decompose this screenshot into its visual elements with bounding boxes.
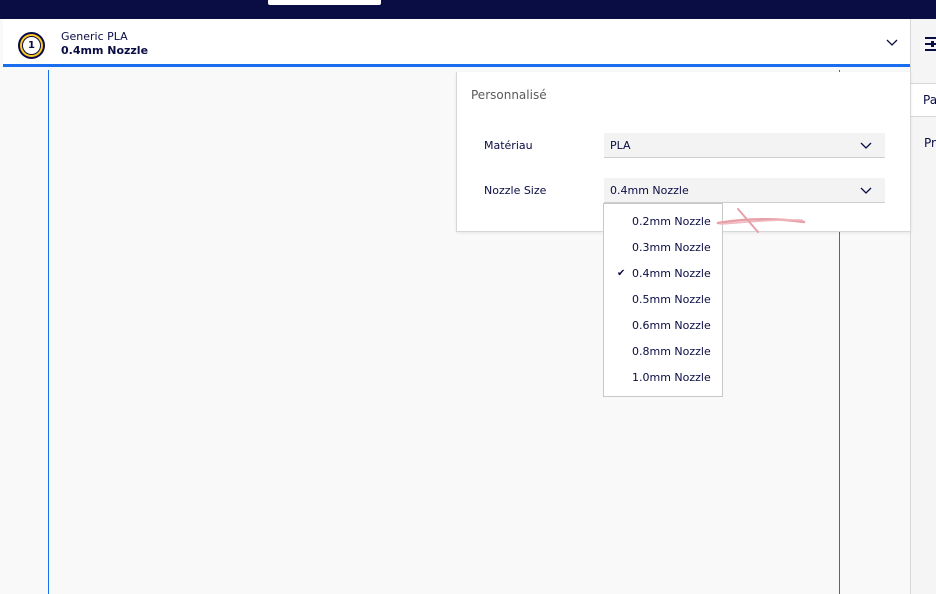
annotation-scribble bbox=[716, 208, 806, 233]
dropdown-option-0.2[interactable]: 0.2mm Nozzle bbox=[604, 209, 722, 235]
dropdown-option-label: 1.0mm Nozzle bbox=[632, 371, 711, 384]
header-text: Generic PLA 0.4mm Nozzle bbox=[61, 30, 148, 58]
build-volume-edge-left bbox=[48, 70, 49, 594]
chevron-down-icon bbox=[860, 187, 872, 194]
dropdown-option-label: 0.5mm Nozzle bbox=[632, 293, 711, 306]
extruder-badge-icon: 1 bbox=[18, 32, 45, 59]
right-panel-label: Pr bbox=[924, 136, 936, 150]
popup-title: Personnalisé bbox=[471, 88, 547, 102]
material-select[interactable]: PLA bbox=[604, 133, 885, 158]
material-select-value: PLA bbox=[610, 139, 631, 152]
chevron-down-icon bbox=[860, 142, 872, 149]
dropdown-option-1.0[interactable]: 1.0mm Nozzle bbox=[604, 365, 722, 391]
dropdown-option-label: 0.2mm Nozzle bbox=[632, 215, 711, 228]
right-panel-tab[interactable]: Pa bbox=[911, 83, 936, 117]
extruder-header[interactable]: 1 Generic PLA 0.4mm Nozzle bbox=[3, 19, 910, 67]
dropdown-option-0.3[interactable]: 0.3mm Nozzle bbox=[604, 235, 722, 261]
top-bar-tab[interactable] bbox=[268, 0, 381, 5]
nozzle-size-select[interactable]: 0.4mm Nozzle bbox=[604, 178, 885, 203]
dropdown-option-0.5[interactable]: 0.5mm Nozzle bbox=[604, 287, 722, 313]
dropdown-option-label: 0.6mm Nozzle bbox=[632, 319, 711, 332]
dropdown-option-label: 0.4mm Nozzle bbox=[632, 267, 711, 280]
extruder-number: 1 bbox=[22, 36, 41, 55]
nozzle-size-select-value: 0.4mm Nozzle bbox=[610, 184, 689, 197]
settings-sliders-icon[interactable] bbox=[923, 34, 936, 54]
dropdown-option-label: 0.8mm Nozzle bbox=[632, 345, 711, 358]
material-label: Matériau bbox=[484, 139, 533, 152]
header-nozzle: 0.4mm Nozzle bbox=[61, 44, 149, 57]
dropdown-option-0.8[interactable]: 0.8mm Nozzle bbox=[604, 339, 722, 365]
dropdown-option-label: 0.3mm Nozzle bbox=[632, 241, 711, 254]
dropdown-option-0.6[interactable]: 0.6mm Nozzle bbox=[604, 313, 722, 339]
right-panel: Pa Pr bbox=[910, 19, 936, 594]
nozzle-size-label: Nozzle Size bbox=[484, 184, 547, 197]
header-material: Generic PLA bbox=[61, 30, 128, 43]
top-bar bbox=[0, 0, 936, 19]
dropdown-option-0.4[interactable]: ✔ 0.4mm Nozzle bbox=[604, 261, 722, 287]
nozzle-size-dropdown: 0.2mm Nozzle 0.3mm Nozzle ✔ 0.4mm Nozzle… bbox=[603, 203, 723, 397]
check-icon: ✔ bbox=[617, 268, 626, 279]
chevron-down-icon[interactable] bbox=[886, 37, 898, 47]
